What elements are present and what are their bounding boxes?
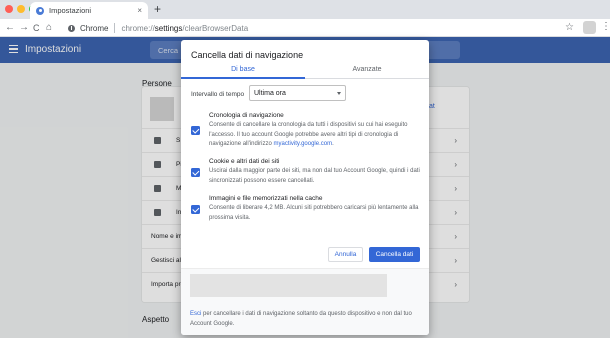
option-title: Immagini e file memorizzati nella cache: [209, 195, 323, 202]
divider: [114, 23, 116, 33]
clear-browsing-data-dialog: Cancella dati di navigazione Di base Ava…: [181, 40, 429, 335]
cancel-button[interactable]: Annulla: [328, 247, 363, 262]
history-checkbox[interactable]: [191, 126, 200, 135]
more-menu-icon[interactable]: ⋮: [601, 21, 610, 33]
address-bar[interactable]: Chrome chrome:// settings /clearBrowserD…: [62, 20, 584, 36]
tab-strip: Impostazioni × +: [0, 0, 610, 19]
footer-text: Esci per cancellare i dati di navigazion…: [190, 311, 412, 327]
reload-icon[interactable]: C: [33, 22, 40, 34]
tab-settings[interactable]: Impostazioni ×: [30, 2, 148, 19]
home-icon[interactable]: ⌂: [46, 22, 52, 34]
dialog-title: Cancella dati di navigazione: [191, 50, 304, 60]
option-description: Uscirai dalla maggior parte dei siti, ma…: [209, 168, 420, 184]
url-path: /clearBrowserData: [182, 23, 249, 33]
settings-gear-icon: [36, 6, 44, 15]
time-range-select[interactable]: Ultima ora: [249, 85, 346, 101]
dropdown-arrow-icon: [337, 92, 341, 95]
option-description: Consente di cancellare la cronologia da …: [209, 122, 408, 147]
tab-title: Impostazioni: [49, 6, 92, 15]
profile-avatar[interactable]: [583, 21, 596, 34]
option-title: Cookie e altri dati dei siti: [209, 158, 280, 165]
time-range-label: Intervallo di tempo: [191, 91, 245, 98]
url-scheme: chrome://: [121, 23, 155, 33]
cookies-checkbox[interactable]: [191, 168, 200, 177]
option-title: Cronologia di navigazione: [209, 112, 284, 119]
sign-out-link[interactable]: Esci: [190, 311, 201, 317]
forward-arrow-icon[interactable]: →: [19, 22, 29, 34]
tab-advanced[interactable]: Avanzate: [305, 66, 429, 73]
time-range-value: Ultima ora: [254, 90, 286, 97]
option-description: Consente di liberare 4,2 MB. Alcuni siti…: [209, 205, 419, 221]
bookmark-star-icon[interactable]: ☆: [565, 22, 574, 33]
chrome-label: Chrome: [80, 23, 109, 33]
close-window-button[interactable]: [5, 5, 13, 13]
back-arrow-icon[interactable]: ←: [5, 22, 15, 34]
cache-checkbox[interactable]: [191, 205, 200, 214]
info-icon[interactable]: [68, 24, 75, 32]
tab-close-icon[interactable]: ×: [137, 6, 142, 15]
clear-data-button[interactable]: Cancella dati: [369, 247, 420, 262]
browser-toolbar: ← → C ⌂ Chrome chrome:// settings /clear…: [0, 19, 610, 37]
tab-basic[interactable]: Di base: [181, 66, 305, 73]
minimize-window-button[interactable]: [17, 5, 25, 13]
dialog-tabs: Di base Avanzate: [181, 62, 429, 79]
account-placeholder: [190, 274, 387, 297]
url-host: settings: [154, 23, 183, 33]
new-tab-button[interactable]: +: [154, 3, 161, 15]
active-tab-indicator: [181, 77, 305, 79]
myactivity-link[interactable]: myactivity.google.com: [274, 141, 333, 147]
